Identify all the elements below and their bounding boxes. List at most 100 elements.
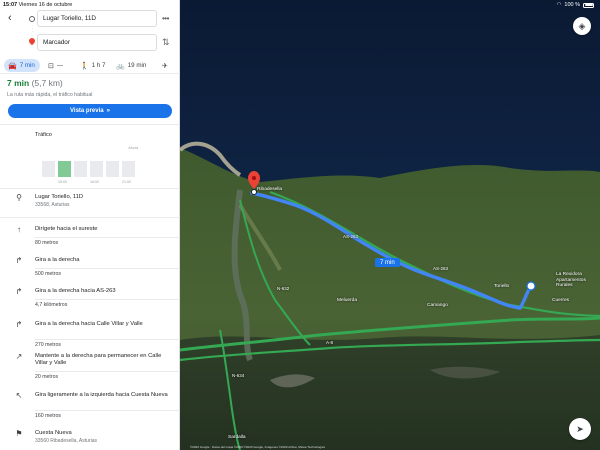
step-separator: [35, 237, 180, 238]
flag-icon: ⚑: [15, 429, 23, 438]
traffic-bar: [58, 160, 71, 177]
status-date: Viernes 16 de octubre: [18, 2, 73, 8]
back-button[interactable]: ‹: [8, 12, 12, 24]
traffic-bar: [106, 160, 119, 177]
slight-left-icon: ↖: [15, 391, 23, 400]
step-distance: 270 metros: [35, 342, 61, 348]
step-instruction: Dirígete hacia el sureste: [35, 226, 173, 233]
road-label-as263: AS-263: [343, 234, 359, 239]
mode-bike-tab[interactable]: 🚲 19 min: [116, 59, 146, 72]
satellite-map: [180, 0, 600, 450]
mode-transit-label: —: [56, 62, 64, 69]
mode-bike-label: 19 min: [127, 62, 147, 69]
step-text: Cuesta Nueva: [35, 430, 72, 436]
route-distance: (5,7 km): [31, 78, 63, 88]
step-instruction: Cuesta Nueva 33560 Ribadesella, Asturias: [35, 430, 173, 445]
step-instruction: Mantente a la derecha para permanecer en…: [35, 353, 173, 367]
preview-button[interactable]: Vista previa »: [8, 104, 172, 118]
place-label-ribadesella: Ribadesella: [257, 187, 283, 192]
mode-transit-tab[interactable]: ⊡ —: [48, 59, 63, 72]
status-time: 15:07: [3, 2, 18, 8]
status-left: 15:07 Viernes 16 de octubre: [3, 2, 72, 8]
route-description: La ruta más rápida, el tráfico habitual: [7, 92, 93, 98]
layers-icon: ◈: [578, 20, 586, 31]
route-time: 7 min: [7, 78, 30, 88]
navigation-arrow-icon: ➤: [576, 423, 584, 434]
road-label-n632: N-632: [277, 286, 290, 291]
route-time-badge[interactable]: 7 min: [375, 258, 400, 267]
step-text: Gira ligeramente a la izquierda hacia Cu…: [35, 392, 168, 398]
transit-icon: ⊡: [48, 62, 54, 70]
poi-label-la-rexidora[interactable]: La Rexidora Apartamentos Rurales: [556, 272, 586, 289]
navigate-button[interactable]: ➤: [569, 418, 591, 440]
layers-button[interactable]: ◈: [573, 17, 591, 35]
status-bar: 15:07 Viernes 16 de octubre ◠ 100 %: [0, 0, 600, 10]
traffic-hour-label: 15:00: [58, 180, 67, 184]
destination-field[interactable]: Marcador: [37, 34, 157, 51]
mode-flight-tab[interactable]: ✈: [162, 59, 168, 72]
step-distance: 4,7 kilómetros: [35, 302, 68, 308]
keep-right-icon: ↗: [15, 352, 23, 361]
turn-right-icon: ↱: [15, 287, 23, 296]
step-distance: 160 metros: [35, 413, 61, 419]
plane-icon: ✈: [162, 62, 168, 70]
double-chevron-icon: »: [106, 108, 110, 114]
traffic-hour-label: 18:00: [90, 180, 99, 184]
route-summary: 7 min (5,7 km): [7, 78, 63, 88]
map-view[interactable]: 7 min AS-263 AS-263 N-632 N-634 A-8 Melu…: [180, 0, 600, 450]
swap-icon: ⇅: [162, 37, 170, 47]
traffic-bar: [74, 160, 87, 177]
traffic-bar: [122, 160, 135, 177]
step-separator: [35, 410, 180, 411]
mountain-area: [180, 335, 600, 450]
divider: [0, 217, 180, 218]
car-icon: 🚘: [8, 62, 17, 70]
traffic-bar: [90, 160, 103, 177]
walk-icon: 🚶: [80, 62, 89, 70]
turn-right-icon: ↱: [15, 256, 23, 265]
step-separator: [35, 371, 180, 372]
step-separator: [35, 268, 180, 269]
step-instruction: Gira ligeramente a la izquierda hacia Cu…: [35, 392, 173, 399]
divider: [0, 124, 180, 125]
origin-marker: [526, 281, 536, 291]
step-instruction: Gira a la derecha hacia Calle Villar y V…: [35, 321, 173, 328]
turn-right-icon: ↱: [15, 320, 23, 329]
map-attribution: ©2020 Google · Datos del mapa ©2020 ©202…: [190, 445, 326, 449]
mode-walk-label: 1 h 7: [91, 62, 106, 69]
step-distance: 20 metros: [35, 374, 59, 380]
wifi-icon: ◠: [556, 2, 562, 8]
step-text: Gira a la derecha hacia AS-263: [35, 288, 116, 294]
step-text: Gira a la derecha hacia Calle Villar y V…: [35, 321, 143, 327]
origin-icon: [29, 16, 35, 22]
step-text: Dirígete hacia el sureste: [35, 226, 98, 232]
traffic-bar: [42, 160, 55, 177]
step-subtitle: 33560 Ribadesella, Asturias: [35, 438, 97, 444]
arrow-up-icon: ↑: [17, 225, 21, 234]
swap-button[interactable]: ⇅: [162, 37, 170, 48]
mode-car-label: 7 min: [19, 62, 35, 69]
more-options-button[interactable]: •••: [162, 14, 169, 23]
mode-walk-tab[interactable]: 🚶 1 h 7: [80, 59, 105, 72]
step-separator: [35, 299, 180, 300]
mode-car-tab[interactable]: 🚘 7 min: [4, 59, 40, 72]
destination-dot: [251, 189, 257, 195]
step-instruction: Lugar Toriello, 11D 33568, Asturias: [35, 194, 173, 209]
location-pin-icon: ⚲: [16, 193, 22, 202]
origin-field[interactable]: Lugar Toriello, 11D: [37, 10, 157, 27]
place-label-camango: Camango: [427, 303, 448, 308]
step-subtitle: 33568, Asturias: [35, 202, 70, 208]
travel-modes: 🚘 7 min ⊡ — 🚶 1 h 7 🚲 19 min ✈: [0, 59, 180, 73]
divider: [0, 188, 180, 189]
step-text: Gira a la derecha: [35, 257, 80, 263]
place-label-meluerda: Meluerda: [337, 298, 357, 303]
road-label-n634: N-634: [232, 373, 245, 378]
more-icon: •••: [162, 14, 169, 23]
route-dots-icon: · · ·: [31, 23, 33, 34]
battery-icon: [583, 2, 594, 8]
bike-icon: 🚲: [116, 62, 125, 70]
step-text: Lugar Toriello, 11D: [35, 194, 84, 200]
step-distance: 500 metros: [35, 271, 61, 277]
divider: [0, 73, 180, 74]
battery-label: 100 %: [564, 2, 580, 8]
